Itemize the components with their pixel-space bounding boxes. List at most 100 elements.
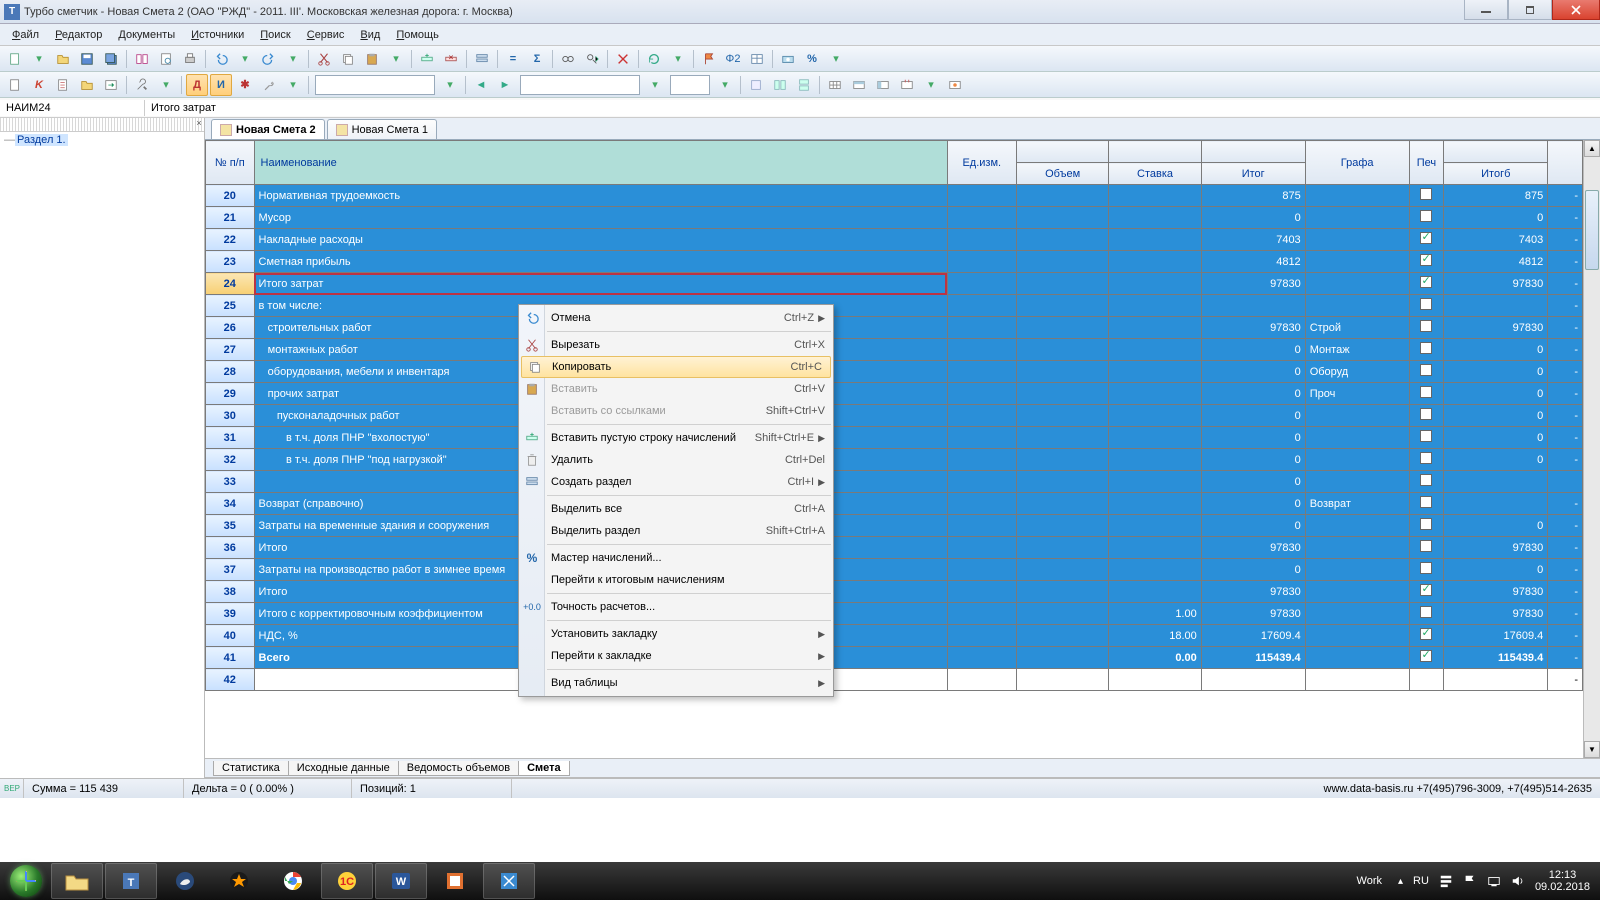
preview-icon[interactable] (155, 48, 177, 70)
cell-itog[interactable]: 0 (1201, 361, 1305, 383)
row-num[interactable]: 23 (206, 251, 255, 273)
combo1-dropdown[interactable]: ▾ (439, 74, 461, 96)
cell-rate[interactable] (1109, 251, 1201, 273)
cell-rate[interactable] (1109, 229, 1201, 251)
ctx-item-12[interactable]: Выделить разделShift+Ctrl+A (519, 520, 833, 542)
cell-name[interactable]: Сметная прибыль (254, 251, 947, 273)
cell-vol[interactable] (1016, 515, 1108, 537)
cell-vol[interactable] (1016, 669, 1108, 691)
row-num[interactable]: 28 (206, 361, 255, 383)
cell-itogb[interactable]: 0 (1444, 559, 1548, 581)
cell-unit[interactable] (947, 493, 1016, 515)
cell-grafa[interactable] (1305, 515, 1409, 537)
sidebar-grip[interactable] (0, 118, 204, 132)
cell-unit[interactable] (947, 405, 1016, 427)
cell-itogb[interactable]: 0 (1444, 405, 1548, 427)
wrench-dropdown[interactable]: ▾ (282, 74, 304, 96)
tray-clock[interactable]: 12:1309.02.2018 (1535, 869, 1590, 893)
cell-rate[interactable]: 1.00 (1109, 603, 1201, 625)
cell-ck[interactable] (1409, 185, 1444, 207)
cell-itog[interactable]: 0 (1201, 405, 1305, 427)
cell-last[interactable]: - (1548, 207, 1583, 229)
col-num[interactable]: № п/п (206, 141, 255, 185)
cell-last[interactable]: - (1548, 449, 1583, 471)
cell-ck[interactable] (1409, 669, 1444, 691)
cell-itogb[interactable]: 4812 (1444, 251, 1548, 273)
ctx-item-4[interactable]: ВставитьCtrl+V (519, 378, 833, 400)
cell-grafa[interactable] (1305, 273, 1409, 295)
currency-icon[interactable] (777, 48, 799, 70)
cell-grafa[interactable]: Оборуд (1305, 361, 1409, 383)
cell-itogb[interactable]: 97830 (1444, 581, 1548, 603)
ctx-item-5[interactable]: Вставить со ссылкамиShift+Ctrl+V (519, 400, 833, 422)
refresh-dropdown[interactable]: ▾ (667, 48, 689, 70)
start-button[interactable] (2, 862, 50, 900)
cell-itogb[interactable] (1444, 669, 1548, 691)
cut-icon[interactable] (313, 48, 335, 70)
cell-itogb[interactable]: 875 (1444, 185, 1548, 207)
ctx-item-19[interactable]: Установить закладку▶ (519, 623, 833, 645)
doc-tab-0[interactable]: Новая Смета 2 (211, 119, 325, 139)
cell-itogb[interactable] (1444, 295, 1548, 317)
cell-vol[interactable] (1016, 317, 1108, 339)
cell-ck[interactable] (1409, 361, 1444, 383)
cell-itog[interactable]: 97830 (1201, 537, 1305, 559)
scroll-down-icon[interactable]: ▼ (1584, 741, 1600, 758)
save-all-icon[interactable] (100, 48, 122, 70)
cell-grafa[interactable] (1305, 185, 1409, 207)
cell-ck[interactable] (1409, 603, 1444, 625)
cell-last[interactable]: - (1548, 669, 1583, 691)
cell-rate[interactable] (1109, 339, 1201, 361)
cell-last[interactable]: - (1548, 515, 1583, 537)
cell-itogb[interactable]: 7403 (1444, 229, 1548, 251)
cell-grafa[interactable] (1305, 207, 1409, 229)
row-num[interactable]: 35 (206, 515, 255, 537)
cell-vol[interactable] (1016, 383, 1108, 405)
cell-itogb[interactable]: 17609.4 (1444, 625, 1548, 647)
cell-itogb[interactable]: 97830 (1444, 603, 1548, 625)
cell-ck[interactable] (1409, 581, 1444, 603)
cell-vol[interactable] (1016, 537, 1108, 559)
tray-flag-icon[interactable] (1463, 874, 1477, 888)
equals-icon[interactable]: = (502, 48, 524, 70)
cell-name[interactable]: Нормативная трудоемкость (254, 185, 947, 207)
extra2-icon[interactable] (769, 74, 791, 96)
cell-last[interactable]: - (1548, 361, 1583, 383)
percent-icon[interactable]: % (801, 48, 823, 70)
cell-unit[interactable] (947, 317, 1016, 339)
cell-vol[interactable] (1016, 361, 1108, 383)
cell-last[interactable]: - (1548, 603, 1583, 625)
cell-last[interactable]: - (1548, 493, 1583, 515)
cell-last[interactable]: - (1548, 405, 1583, 427)
cell-unit[interactable] (947, 559, 1016, 581)
cell-ck[interactable] (1409, 405, 1444, 427)
cell-vol[interactable] (1016, 625, 1108, 647)
paste-icon[interactable] (361, 48, 383, 70)
cell-itogb[interactable]: 0 (1444, 449, 1548, 471)
ctx-item-11[interactable]: Выделить всеCtrl+A (519, 498, 833, 520)
redo-icon[interactable] (258, 48, 280, 70)
undo-dropdown[interactable]: ▾ (234, 48, 256, 70)
menu-4[interactable]: Поиск (252, 27, 298, 43)
col-itog[interactable]: Итог (1201, 163, 1305, 185)
section-icon[interactable] (471, 48, 493, 70)
ctx-item-9[interactable]: Создать разделCtrl+I▶ (519, 471, 833, 493)
menu-1[interactable]: Редактор (47, 27, 110, 43)
tools-dropdown[interactable]: ▾ (155, 74, 177, 96)
ctx-item-22[interactable]: Вид таблицы▶ (519, 672, 833, 694)
extra5-icon[interactable] (848, 74, 870, 96)
cell-itogb[interactable] (1444, 493, 1548, 515)
new-dropdown-icon[interactable]: ▾ (28, 48, 50, 70)
cell-ck[interactable] (1409, 647, 1444, 669)
cell-grafa[interactable] (1305, 471, 1409, 493)
cell-ck[interactable] (1409, 339, 1444, 361)
cell-grafa[interactable] (1305, 581, 1409, 603)
col-rate[interactable]: Ставка (1109, 163, 1201, 185)
cell-vol[interactable] (1016, 273, 1108, 295)
cell-rate[interactable]: 18.00 (1109, 625, 1201, 647)
cell-reference[interactable]: НАИМ24 (0, 100, 145, 116)
flag-icon[interactable] (698, 48, 720, 70)
cell-last[interactable]: - (1548, 273, 1583, 295)
combo2-dropdown[interactable]: ▾ (644, 74, 666, 96)
cell-rate[interactable] (1109, 581, 1201, 603)
